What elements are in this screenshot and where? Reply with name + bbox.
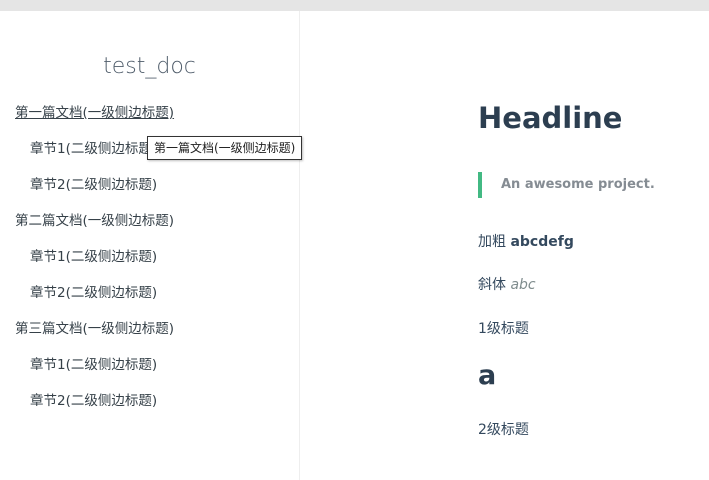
sidebar-item-doc3[interactable]: 第三篇文档(一级侧边标题) — [0, 319, 299, 355]
sidebar-item-doc3-chapter1[interactable]: 章节1(二级侧边标题) — [0, 355, 299, 391]
hover-tooltip: 第一篇文档(一级侧边标题) — [147, 136, 303, 160]
browser-top-bar — [0, 0, 709, 11]
bold-text: abcdefg — [510, 234, 574, 250]
sidebar-item-doc2[interactable]: 第二篇文档(一级侧边标题) — [0, 211, 299, 247]
main-content: Headline An awesome project. 加粗 abcdefg … — [300, 11, 709, 480]
blockquote: An awesome project. — [478, 172, 655, 198]
sidebar-item-doc2-chapter1[interactable]: 章节1(二级侧边标题) — [0, 247, 299, 283]
bold-prefix: 加粗 — [478, 234, 511, 250]
page-headline: Headline — [478, 101, 623, 135]
sidebar-item-doc3-chapter2[interactable]: 章节2(二级侧边标题) — [0, 391, 299, 427]
level2-text: 2级标题 — [478, 422, 529, 438]
sidebar-item-doc1-chapter2[interactable]: 章节2(二级侧边标题) — [0, 175, 299, 211]
heading-a: a — [478, 360, 497, 391]
sidebar-item-doc1[interactable]: 第一篇文档(一级侧边标题) — [0, 103, 299, 139]
sidebar-item-doc2-chapter2[interactable]: 章节2(二级侧边标题) — [0, 283, 299, 319]
bold-paragraph: 加粗 abcdefg — [478, 231, 574, 251]
italic-paragraph: 斜体 abc — [478, 274, 536, 294]
level1-text: 1级标题 — [478, 321, 529, 337]
blockquote-text: An awesome project. — [501, 177, 655, 192]
app-name[interactable]: test_doc — [0, 54, 299, 79]
italic-prefix: 斜体 — [478, 277, 511, 293]
sidebar: test_doc 第一篇文档(一级侧边标题) 章节1(二级侧边标题) 章节2(二… — [0, 11, 300, 480]
italic-text: abc — [510, 277, 536, 293]
